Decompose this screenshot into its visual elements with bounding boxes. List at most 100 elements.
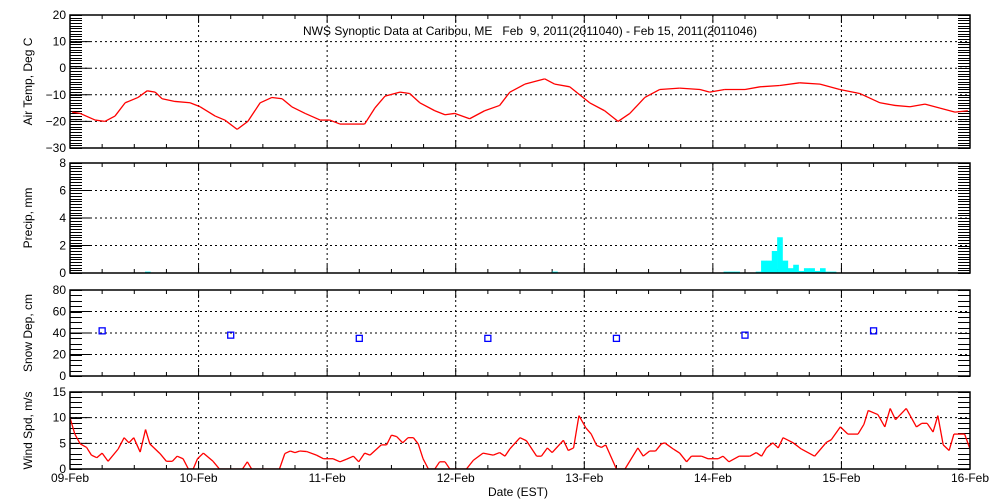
x-tick-label: 12-Feb [437, 471, 475, 485]
wind-speed-segment [863, 410, 869, 425]
air-temp-segment [399, 91, 410, 95]
wind-speed-segment [590, 433, 598, 446]
air-temp-segment [629, 97, 646, 114]
wind-speed-segment [434, 461, 441, 469]
wind-speed-segment [800, 448, 815, 457]
air-temp-segment [304, 112, 321, 121]
air-temp-segment [924, 103, 941, 109]
air-temp-segment [214, 115, 226, 121]
air-temp-segment [419, 102, 436, 112]
wind-speed-segment [294, 450, 301, 454]
wind-speed-segment [332, 458, 341, 463]
air-temp-segment [604, 110, 619, 122]
wind-speed-segment [857, 424, 865, 435]
wind-speed-segment [139, 429, 147, 453]
wind-speed-segment [562, 439, 569, 451]
wind-speed-segment [306, 450, 317, 456]
wind-speed-segment [96, 452, 103, 459]
wind-speed-segment [171, 455, 178, 462]
wind-speed-segment [504, 448, 511, 457]
wind-speed-segment [942, 444, 950, 451]
wind-speed-segment [192, 458, 199, 469]
wind-speed-segment [128, 437, 135, 444]
air-temp-segment [499, 91, 511, 106]
y-tick-label: 15 [53, 385, 67, 399]
wind-speed-segment [877, 414, 886, 428]
y-tick-label: 8 [59, 156, 66, 170]
y-tick-label: 10 [53, 35, 67, 49]
wind-speed-segment [182, 458, 189, 469]
snow-depth-axis-label: Snow Dep, cm [21, 294, 35, 372]
air-temp-segment [939, 107, 956, 113]
wind-speed-segment [482, 452, 494, 456]
wind-speed-segment [241, 461, 248, 469]
y-tick-label: 20 [53, 8, 67, 22]
air-temp-segment [544, 78, 556, 85]
air-temp-segment [779, 82, 800, 87]
wind-speed-segment [149, 443, 161, 455]
wind-speed-segment [91, 454, 98, 459]
air-temp-segment [137, 90, 148, 98]
precip-panel: 8 6 4 2 0 Precip, mm [21, 156, 971, 280]
wind-speed-segment [551, 439, 564, 454]
precip-bar [782, 260, 789, 273]
wind-speed-segment [948, 433, 955, 451]
air-temp-segment [454, 112, 470, 120]
snow-depth-point [612, 334, 621, 343]
snow-depth-panel: 80 60 40 20 0 Snow Dep, cm [21, 283, 971, 383]
y-tick-label: 80 [53, 283, 67, 297]
air-temp-segment [644, 88, 661, 99]
wind-speed-segment [391, 434, 397, 438]
wind-speed-segment [782, 437, 794, 444]
wind-speed-segment [926, 422, 934, 433]
wind-speed-segment [519, 437, 527, 442]
wind-speed-segment [473, 452, 484, 461]
wind-speed-segment [642, 450, 651, 457]
air-temp-segment [589, 102, 605, 112]
wind-speed-segment [86, 447, 92, 456]
wind-speed-segment [316, 454, 324, 460]
air-temp-segment [509, 83, 526, 93]
wind-speed-segment [299, 450, 307, 453]
air-temp-segment [104, 115, 116, 122]
wind-speed-segment [905, 408, 917, 428]
wind-speed-panel: 151050Wind Spd, m/s [21, 385, 971, 476]
y-tick-label: −10 [46, 88, 67, 102]
air-temp-segment [617, 112, 631, 122]
air-temp-segment [799, 82, 821, 85]
wind-speed-segment [728, 455, 740, 463]
y-tick-label: 0 [59, 61, 66, 75]
wind-speed-segment [755, 452, 762, 457]
wind-speed-segment [144, 429, 151, 445]
air-temp-segment [147, 90, 156, 93]
x-tick-label: 13-Feb [565, 471, 603, 485]
wind-speed-segment [465, 459, 474, 469]
wind-speed-segment [601, 444, 607, 448]
y-tick-label: 60 [53, 305, 67, 319]
air-temp-segment [819, 83, 840, 91]
precip-bar [777, 237, 783, 273]
wind-speed-segment [540, 447, 548, 457]
air-temp-segment [162, 98, 176, 103]
x-tick-label: 11-Feb [309, 471, 346, 485]
air-temp-segment [236, 120, 249, 130]
air-temp-segment [384, 91, 401, 97]
y-tick-label: 20 [53, 348, 67, 362]
wind-speed-segment [246, 461, 253, 469]
air-temp-segment [154, 91, 163, 100]
air-temp-segment [409, 92, 421, 104]
wind-speed-segment [444, 461, 451, 469]
wind-speed-segment [289, 450, 296, 454]
wind-speed-segment [546, 447, 553, 454]
wind-speed-segment [596, 444, 602, 449]
wind-speed-segment [567, 447, 574, 452]
precip-bar [771, 251, 778, 273]
wind-speed-segment [202, 452, 214, 462]
air-temp-segment [554, 83, 570, 88]
y-tick-label: 40 [53, 326, 67, 340]
wind-speed-segment [358, 452, 366, 463]
air-temp-segment [709, 88, 725, 93]
wind-speed-segment [346, 455, 354, 460]
air-temp-segment [114, 102, 126, 117]
x-tick-label: 09-Feb [51, 471, 89, 485]
